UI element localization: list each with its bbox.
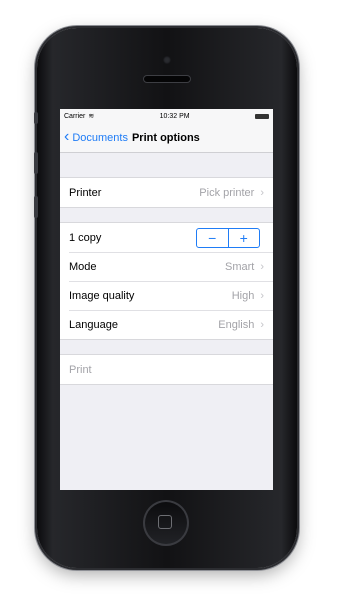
volume-down-button xyxy=(34,196,38,218)
wifi-icon: ≋ xyxy=(88,113,95,120)
copies-label: 1 copy xyxy=(69,231,102,244)
copies-stepper[interactable]: − + xyxy=(196,227,260,248)
mode-value: Smart xyxy=(224,260,255,273)
mode-label: Mode xyxy=(69,260,97,273)
language-label: Language xyxy=(69,318,118,331)
status-time: 10:32 PM xyxy=(159,112,190,120)
decrement-button[interactable]: − xyxy=(197,229,228,247)
navigation-bar: ‹ Documents Print options xyxy=(60,123,273,153)
volume-up-button xyxy=(34,152,38,174)
screen: Carrier ≋ 10:32 PM ‹ Documents Print opt… xyxy=(60,109,273,490)
home-square-icon xyxy=(158,515,172,529)
print-group: Print xyxy=(60,354,273,385)
status-bar: Carrier ≋ 10:32 PM xyxy=(60,109,273,123)
image-quality-label: Image quality xyxy=(69,289,135,302)
printer-label: Printer xyxy=(69,186,102,199)
print-label: Print xyxy=(69,363,92,376)
language-value: English xyxy=(218,318,255,331)
image-quality-row[interactable]: Image quality High › xyxy=(60,281,273,310)
chevron-left-icon: ‹ xyxy=(64,127,70,145)
chevron-right-icon: › xyxy=(260,260,264,273)
back-button[interactable]: ‹ Documents xyxy=(64,127,128,145)
printer-row[interactable]: Printer Pick printer › xyxy=(60,178,273,207)
mute-switch xyxy=(34,112,38,124)
image-quality-value: High xyxy=(231,289,255,302)
increment-button[interactable]: + xyxy=(227,228,260,247)
printer-group: Printer Pick printer › xyxy=(60,177,273,208)
home-button[interactable] xyxy=(143,500,189,546)
mode-row[interactable]: Mode Smart › xyxy=(60,252,273,281)
chevron-right-icon: › xyxy=(260,186,264,199)
back-button-label: Documents xyxy=(72,131,128,144)
options-group: 1 copy − + Mode Smart › Image quality Hi… xyxy=(60,222,273,340)
battery-icon xyxy=(254,113,269,119)
printer-value: Pick printer xyxy=(199,186,255,199)
print-button[interactable]: Print xyxy=(60,355,273,384)
chevron-right-icon: › xyxy=(260,289,264,302)
front-camera xyxy=(163,56,171,64)
page-title: Print options xyxy=(131,131,200,144)
language-row[interactable]: Language English › xyxy=(60,310,273,339)
chevron-right-icon: › xyxy=(260,318,264,331)
carrier-label: Carrier xyxy=(64,112,86,120)
earpiece-speaker xyxy=(143,75,191,83)
copies-row: 1 copy − + xyxy=(60,223,273,252)
